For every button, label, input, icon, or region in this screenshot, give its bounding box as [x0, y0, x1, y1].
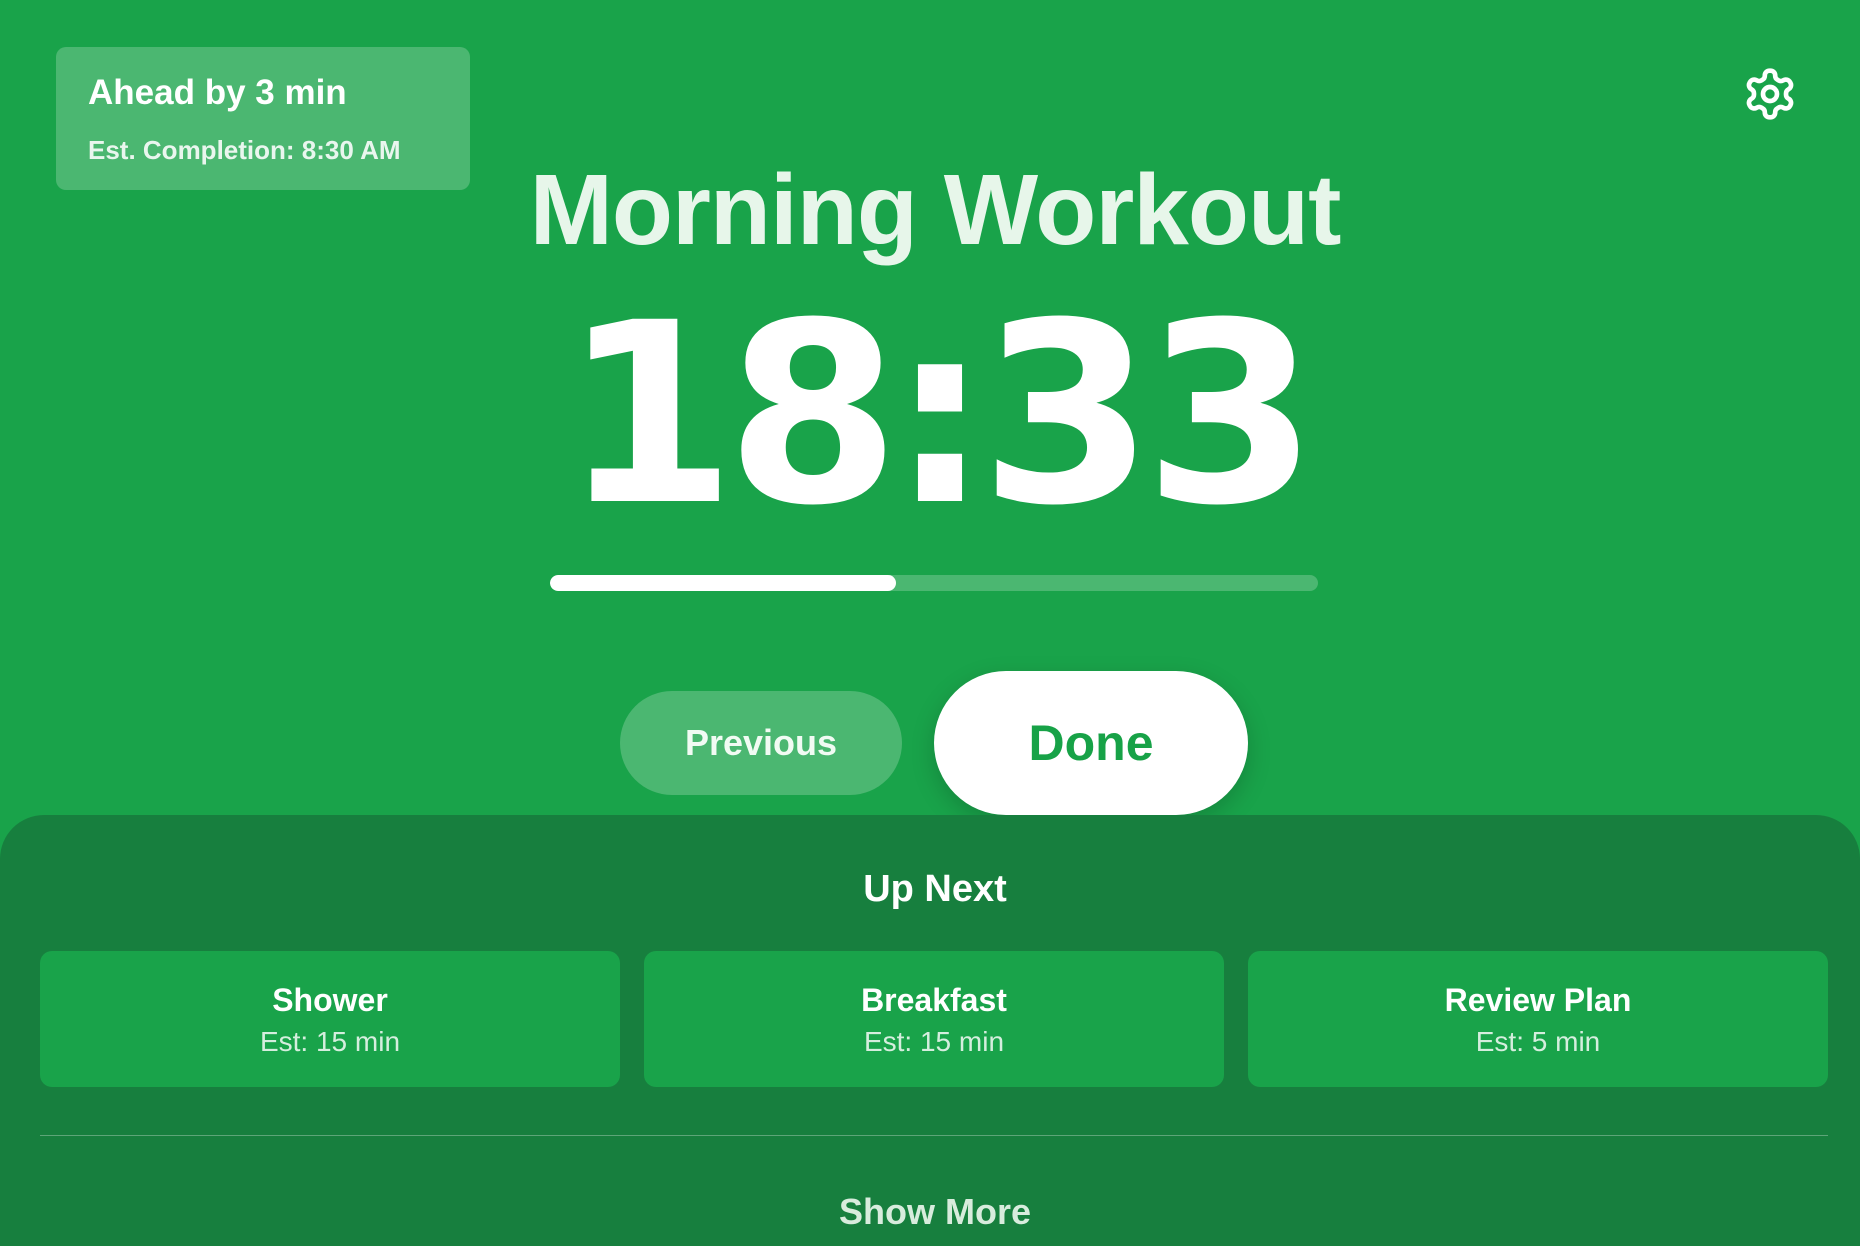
progress-bar [550, 575, 1318, 591]
settings-button[interactable] [1742, 66, 1798, 122]
countdown-timer: 18:33 [562, 269, 1318, 560]
routine-title: Morning Workout [529, 154, 1342, 266]
ahead-status-text: Ahead by 3 min [88, 73, 347, 112]
divider [40, 1135, 1828, 1136]
up-next-card-breakfast[interactable]: Breakfast Est: 15 min [644, 951, 1224, 1087]
up-next-card-estimate: Est: 15 min [863, 1026, 1005, 1057]
up-next-card-name: Breakfast [861, 982, 1007, 1018]
up-next-heading: Up Next [863, 868, 1007, 910]
previous-button[interactable]: Previous [620, 691, 902, 795]
app-screen: Ahead by 3 min Est. Completion: 8:30 AM … [0, 0, 1860, 1246]
up-next-card-estimate: Est: 5 min [1475, 1026, 1601, 1057]
done-button[interactable]: Done [934, 671, 1248, 815]
up-next-card-estimate: Est: 15 min [259, 1026, 401, 1057]
progress-bar-fill [550, 575, 896, 591]
up-next-card-name: Review Plan [1444, 982, 1632, 1018]
up-next-card-review-plan[interactable]: Review Plan Est: 5 min [1248, 951, 1828, 1087]
gear-icon [1746, 68, 1794, 120]
up-next-card-name: Shower [272, 982, 388, 1018]
up-next-panel: Up Next Shower Est: 15 min Breakfast Est… [0, 815, 1860, 1246]
up-next-card-shower[interactable]: Shower Est: 15 min [40, 951, 620, 1087]
show-more-button[interactable]: Show More [0, 1190, 1860, 1234]
